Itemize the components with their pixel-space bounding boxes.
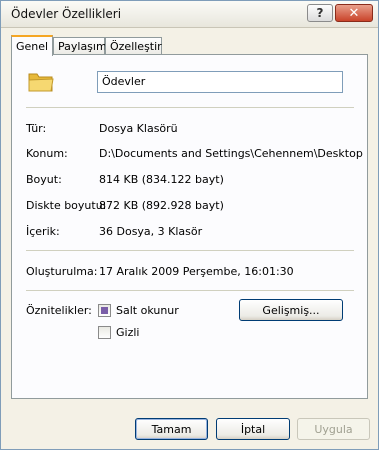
tab-sharing[interactable]: Paylaşım bbox=[53, 37, 107, 54]
close-icon: ✕ bbox=[348, 5, 360, 21]
tab-general[interactable]: Genel bbox=[11, 35, 53, 56]
help-button[interactable]: ? bbox=[307, 4, 333, 22]
hidden-checkbox[interactable] bbox=[98, 326, 111, 339]
ok-button[interactable]: Tamam bbox=[135, 418, 208, 440]
tab-customize[interactable]: Özelleştir bbox=[105, 37, 162, 54]
separator bbox=[26, 107, 354, 108]
cancel-button[interactable]: İptal bbox=[216, 418, 290, 440]
type-label: Tür: bbox=[26, 122, 47, 135]
created-value: 17 Aralık 2009 Perşembe, 16:01:30 bbox=[99, 265, 294, 278]
folder-icon bbox=[28, 73, 54, 92]
general-panel: Ödevler Tür: Dosya Klasörü Konum: D:\Doc… bbox=[11, 54, 368, 399]
created-label: Oluşturulma: bbox=[26, 265, 98, 278]
location-label: Konum: bbox=[26, 147, 68, 160]
contents-label: İçerik: bbox=[26, 225, 60, 238]
hidden-checkbox-label[interactable]: Gizli bbox=[116, 326, 139, 339]
separator bbox=[26, 250, 354, 251]
size-on-disk-value: 872 KB (892.928 bayt) bbox=[99, 199, 224, 212]
apply-button[interactable]: Uygula bbox=[297, 418, 370, 440]
location-value: D:\Documents and Settings\Cehennem\Deskt… bbox=[99, 147, 363, 160]
window-title: Ödevler Özellikleri bbox=[11, 7, 122, 21]
contents-value: 36 Dosya, 3 Klasör bbox=[99, 225, 203, 238]
size-on-disk-label: Diskte boyutu: bbox=[26, 199, 107, 212]
size-label: Boyut: bbox=[26, 173, 62, 186]
size-value: 814 KB (834.122 bayt) bbox=[99, 173, 224, 186]
type-value: Dosya Klasörü bbox=[99, 122, 178, 135]
folder-name-input[interactable]: Ödevler bbox=[97, 71, 343, 93]
separator bbox=[26, 290, 354, 291]
close-button[interactable]: ✕ bbox=[335, 4, 373, 22]
readonly-checkbox-label[interactable]: Salt okunur bbox=[116, 304, 179, 317]
properties-dialog: Ödevler Özellikleri ? ✕ Genel Paylaşım Ö… bbox=[0, 0, 379, 450]
attributes-label: Öznitelikler: bbox=[26, 304, 92, 317]
help-icon: ? bbox=[316, 6, 324, 20]
title-bar[interactable]: Ödevler Özellikleri ? ✕ bbox=[1, 1, 378, 28]
readonly-checkbox[interactable] bbox=[98, 304, 111, 317]
advanced-button[interactable]: Gelişmiş... bbox=[239, 299, 343, 321]
